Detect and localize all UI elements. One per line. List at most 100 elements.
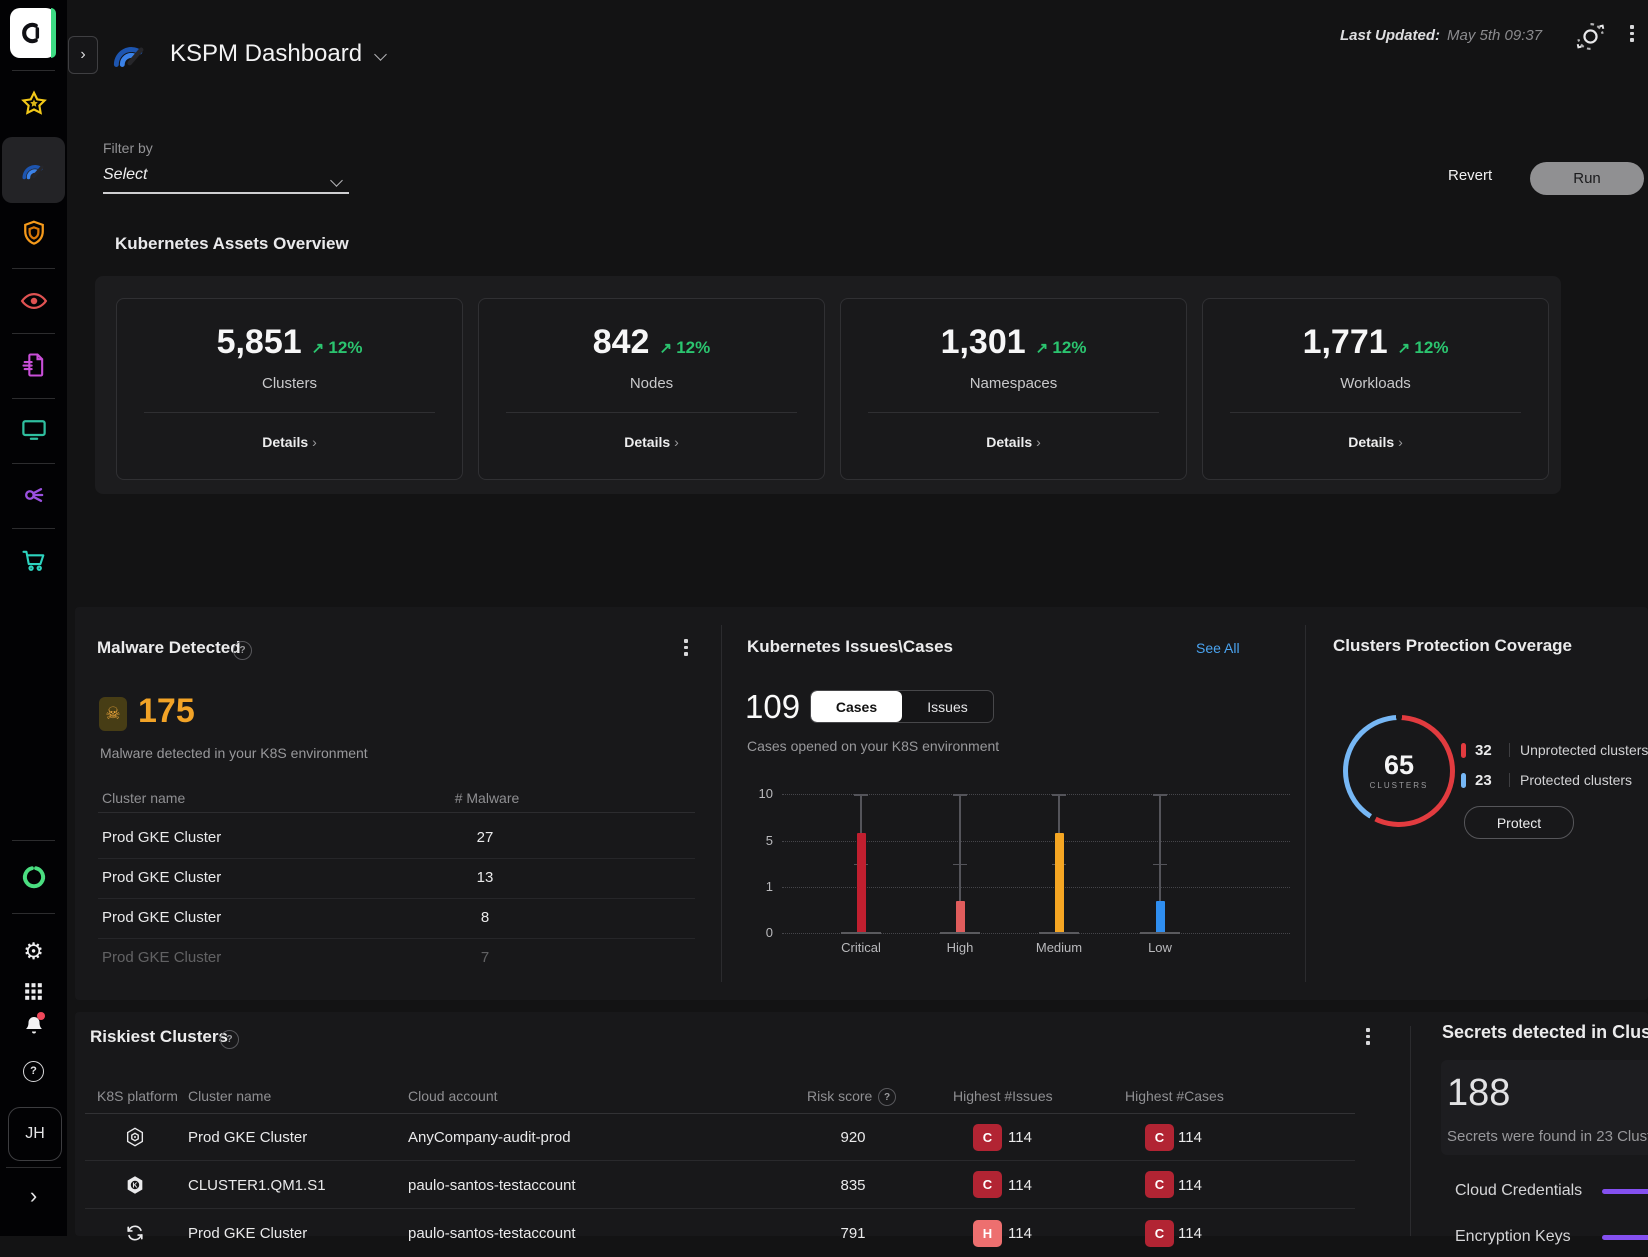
severity-bar-critical[interactable] <box>857 833 866 933</box>
tab-cases[interactable]: Cases <box>811 691 902 722</box>
malware-title: Malware Detected <box>97 638 241 658</box>
cases-count-cell: 114 <box>1178 1177 1202 1194</box>
table-row[interactable]: K CLUSTER1.QM1.S1 paulo-santos-testaccou… <box>85 1161 1355 1209</box>
cloud-account-cell: paulo-santos-testaccount <box>408 1177 576 1194</box>
malware-kebab-menu-icon[interactable] <box>684 639 688 656</box>
riskiest-kebab-menu-icon[interactable] <box>1366 1028 1370 1045</box>
severity-bar-medium[interactable] <box>1055 833 1064 933</box>
whisker-cap <box>854 794 868 796</box>
asset-card: 842 ↗ 12% Nodes Details › <box>478 298 825 480</box>
legend-label: Unprotected clusters <box>1520 742 1648 758</box>
x-axis-label: High <box>920 940 1000 955</box>
legend-label: Protected clusters <box>1520 772 1632 788</box>
sidebar-item-monitor-icon[interactable] <box>0 408 67 452</box>
malware-subtitle: Malware detected in your K8S environment <box>100 745 368 761</box>
severity-bar-low[interactable] <box>1156 901 1165 933</box>
trend-up-arrow-icon: ↗ <box>312 340 329 357</box>
refresh-icon[interactable] <box>1574 20 1607 58</box>
divider <box>98 812 695 813</box>
whisker-cap <box>1153 794 1167 796</box>
issues-count-cell: 114 <box>1008 1129 1032 1146</box>
legend-marker <box>1461 773 1466 788</box>
secret-type-row[interactable]: Cloud Credentials <box>1455 1176 1648 1206</box>
sidebar-item-star-icon[interactable] <box>0 82 67 126</box>
cluster-name-cell: Prod GKE Cluster <box>102 909 221 926</box>
malware-table-row[interactable]: Prod GKE Cluster 13 <box>98 858 695 899</box>
divider <box>1410 1026 1411 1236</box>
risk-score-cell: 791 <box>820 1225 886 1242</box>
asset-card-value: 1,771 <box>1303 323 1388 362</box>
legend-marker <box>1461 743 1466 758</box>
cloud-account-cell: AnyCompany-audit-prod <box>408 1129 571 1146</box>
riskiest-help-icon[interactable]: ? <box>220 1030 239 1049</box>
table-row[interactable]: Prod GKE Cluster AnyCompany-audit-prod 9… <box>85 1114 1355 1161</box>
sidebar-item-ring-logo-icon[interactable] <box>0 855 67 899</box>
secret-type-row[interactable]: Encryption Keys <box>1455 1222 1648 1252</box>
cluster-name-cell: Prod GKE Cluster <box>102 949 221 966</box>
secrets-subtitle: Secrets were found in 23 Clusters <box>1447 1128 1648 1145</box>
sidebar-item-share-graph-icon[interactable] <box>0 473 67 517</box>
sidebar-item-notifications-bell-icon[interactable] <box>0 1004 67 1048</box>
cases-severity-badge: C <box>1145 1171 1174 1198</box>
sidebar-item-help-icon[interactable]: ? <box>0 1049 67 1093</box>
malware-count-cell: 7 <box>450 949 520 966</box>
malware-count-cell: 27 <box>450 829 520 846</box>
divider <box>12 913 55 914</box>
cases-issues-toggle: Cases Issues <box>810 690 994 723</box>
details-link[interactable]: Details › <box>117 434 462 450</box>
sidebar-expand-chevron-icon[interactable]: › <box>0 1174 67 1218</box>
brand-logo[interactable] <box>10 8 56 58</box>
risk-score-help-icon[interactable]: ? <box>878 1088 896 1106</box>
col-risk-score: Risk score <box>807 1088 872 1104</box>
malware-help-icon[interactable]: ? <box>233 641 252 660</box>
select-chevron-down-icon[interactable] <box>332 176 341 185</box>
secret-type-label: Cloud Credentials <box>1455 1182 1582 1200</box>
title-chevron-down-icon[interactable] <box>376 50 385 59</box>
see-all-link[interactable]: See All <box>1196 640 1240 656</box>
chevron-right-icon: › <box>1398 434 1403 450</box>
malware-table-row[interactable]: Prod GKE Cluster 8 <box>98 898 695 939</box>
header-kebab-menu-icon[interactable] <box>1630 25 1634 42</box>
sidebar-item-report-icon[interactable] <box>0 343 67 387</box>
chevron-right-icon: › <box>80 46 85 64</box>
run-button[interactable]: Run <box>1530 162 1644 195</box>
legend-item: 32 Unprotected clusters <box>1461 741 1648 759</box>
divider <box>12 398 55 399</box>
sidebar-item-shield-icon[interactable] <box>0 211 67 255</box>
cases-severity-chart: 01510CriticalHighMediumLow <box>747 784 1290 959</box>
last-updated-label: Last Updated: <box>1340 27 1440 44</box>
x-axis-label: Low <box>1120 940 1200 955</box>
tab-issues[interactable]: Issues <box>902 691 993 722</box>
whisker-cap <box>1052 794 1066 796</box>
whisker-cap <box>1153 864 1167 866</box>
assets-overview-title: Kubernetes Assets Overview <box>115 234 349 254</box>
malware-col-cluster: Cluster name <box>102 790 185 806</box>
divider <box>12 268 55 269</box>
malware-count-cell: 8 <box>450 909 520 926</box>
details-link[interactable]: Details › <box>1203 434 1548 450</box>
trend-up-arrow-icon: ↗ <box>1398 340 1415 357</box>
severity-bar-high[interactable] <box>956 901 965 933</box>
protect-button[interactable]: Protect <box>1464 806 1574 839</box>
issues-count-cell: 114 <box>1008 1177 1032 1194</box>
malware-table-row[interactable]: Prod GKE Cluster 7 <box>98 938 695 978</box>
gke-hexagon-icon <box>124 1126 146 1152</box>
details-link[interactable]: Details › <box>841 434 1186 450</box>
cases-count-cell: 114 <box>1178 1225 1202 1242</box>
baseline-tick <box>841 932 881 934</box>
cluster-name-cell: Prod GKE Cluster <box>102 829 221 846</box>
revert-button[interactable]: Revert <box>1448 167 1492 184</box>
sidebar-item-cart-icon[interactable] <box>0 538 67 582</box>
malware-table-row[interactable]: Prod GKE Cluster 27 <box>98 818 695 859</box>
asset-card: 1,771 ↗ 12% Workloads Details › <box>1202 298 1549 480</box>
sidebar-item-gauge-icon[interactable] <box>0 148 67 192</box>
details-link[interactable]: Details › <box>479 434 824 450</box>
panel-expand-button[interactable]: › <box>68 36 98 74</box>
logo-accent-strip <box>51 8 56 58</box>
filter-select[interactable]: Select <box>103 166 147 184</box>
sidebar-item-eye-icon[interactable] <box>0 279 67 323</box>
divider <box>12 840 55 841</box>
avatar[interactable]: JH <box>8 1107 62 1161</box>
sidebar-item-settings-gear-icon[interactable]: ⚙ <box>0 929 67 973</box>
table-row[interactable]: Prod GKE Cluster paulo-santos-testaccoun… <box>85 1209 1355 1257</box>
